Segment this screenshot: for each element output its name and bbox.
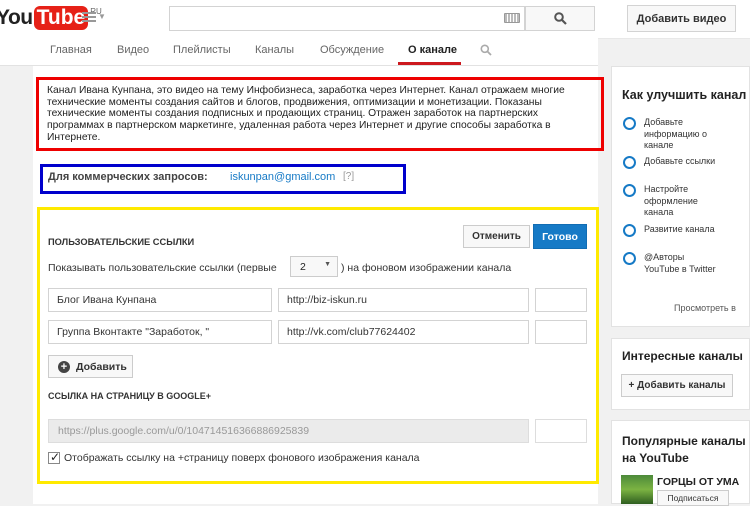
- business-email-link[interactable]: iskunpan@gmail.com: [230, 171, 335, 183]
- add-channels-button[interactable]: + Добавить каналы: [621, 374, 733, 397]
- search-icon: [553, 12, 567, 25]
- step-add-links[interactable]: Добавьте ссылки: [644, 156, 722, 168]
- upload-video-button[interactable]: Добавить видео: [627, 5, 736, 32]
- view-as-link[interactable]: Просмотреть в: [674, 303, 736, 313]
- link-remove-slot-1[interactable]: [535, 288, 587, 312]
- masthead: You Tube RU ▼ Добавить видео: [0, 0, 750, 39]
- popular-channels-title-line2: на YouTube: [622, 451, 689, 465]
- tab-playlists[interactable]: Плейлисты: [173, 44, 231, 56]
- cancel-button[interactable]: Отменить: [463, 225, 530, 248]
- keyboard-icon[interactable]: [504, 13, 520, 23]
- step-circle-icon: [623, 117, 636, 130]
- business-help-link[interactable]: [?]: [343, 171, 354, 182]
- link-title-field-2[interactable]: Группа Вконтакте "Заработок, ": [48, 320, 272, 344]
- google-plus-overlay-checkbox[interactable]: ✓: [48, 450, 61, 464]
- search-button[interactable]: [525, 6, 595, 31]
- step-circle-icon: [623, 224, 636, 237]
- step-youtube-creators-twitter[interactable]: @Авторы YouTube в Twitter: [644, 252, 722, 275]
- step-customize-design[interactable]: Настройте оформление канала: [644, 184, 722, 219]
- step-circle-icon: [623, 156, 636, 169]
- popular-channels-title: Популярные каналы на YouTube: [622, 433, 746, 467]
- channel-search-icon[interactable]: [480, 43, 492, 61]
- step-develop-channel[interactable]: Развитие канала: [644, 224, 722, 236]
- logo-tube-text: Tube: [33, 6, 89, 30]
- show-links-prefix: Показывать пользовательские ссылки (перв…: [48, 262, 277, 274]
- checkmark-icon: ✓: [50, 450, 61, 464]
- google-plus-side-slot: [535, 419, 587, 443]
- tab-about[interactable]: О канале: [408, 44, 457, 56]
- google-plus-url-field: https://plus.google.com/u/0/104714516366…: [48, 419, 529, 443]
- custom-links-heading: ПОЛЬЗОВАТЕЛЬСКИЕ ССЫЛКИ: [48, 237, 195, 247]
- tab-channels[interactable]: Каналы: [255, 44, 294, 56]
- link-remove-slot-2[interactable]: [535, 320, 587, 344]
- google-plus-heading: ССЫЛКА НА СТРАНИЦУ В GOOGLE+: [48, 391, 212, 401]
- popular-channel-name[interactable]: ГОРЦЫ ОТ УМА: [657, 476, 739, 488]
- link-url-field-2[interactable]: http://vk.com/club77624402: [278, 320, 529, 344]
- tab-discussion[interactable]: Обсуждение: [320, 44, 384, 56]
- add-link-label: Добавить: [76, 360, 127, 373]
- interesting-channels-title: Интересные каналы: [622, 349, 743, 363]
- google-plus-overlay-label[interactable]: Отображать ссылку на +страницу поверх фо…: [64, 452, 420, 464]
- chevron-down-icon: ▼: [324, 261, 331, 268]
- improve-channel-title: Как улучшить канал: [622, 88, 747, 102]
- channel-tabs: Главная Видео Плейлисты Каналы Обсуждени…: [0, 38, 598, 66]
- tab-videos[interactable]: Видео: [117, 44, 149, 56]
- business-email-label: Для коммерческих запросов:: [48, 171, 208, 183]
- step-circle-icon: [623, 184, 636, 197]
- done-button[interactable]: Готово: [533, 224, 587, 249]
- search-input[interactable]: [169, 6, 525, 31]
- link-title-field-1[interactable]: Блог Ивана Кунпана: [48, 288, 272, 312]
- chevron-down-icon[interactable]: ▼: [98, 12, 106, 21]
- add-link-button[interactable]: + Добавить: [48, 355, 133, 378]
- links-count-value: 2: [300, 261, 306, 273]
- link-url-field-1[interactable]: http://biz-iskun.ru: [278, 288, 529, 312]
- plus-icon: +: [58, 360, 70, 373]
- show-links-suffix: ) на фоновом изображении канала: [341, 262, 512, 274]
- popular-channels-title-line1: Популярные каналы: [622, 434, 746, 448]
- guide-menu-icon[interactable]: [82, 12, 96, 22]
- step-add-info[interactable]: Добавьте информацию о канале: [644, 117, 722, 152]
- step-circle-icon: [623, 252, 636, 265]
- channel-description[interactable]: Канал Ивана Кунпана, это видео на тему И…: [47, 85, 577, 144]
- links-count-select[interactable]: 2 ▼: [290, 256, 338, 277]
- active-tab-indicator: [398, 62, 461, 65]
- logo-you-text: You: [0, 6, 33, 29]
- channel-thumbnail[interactable]: [621, 475, 653, 504]
- tab-home[interactable]: Главная: [50, 44, 92, 56]
